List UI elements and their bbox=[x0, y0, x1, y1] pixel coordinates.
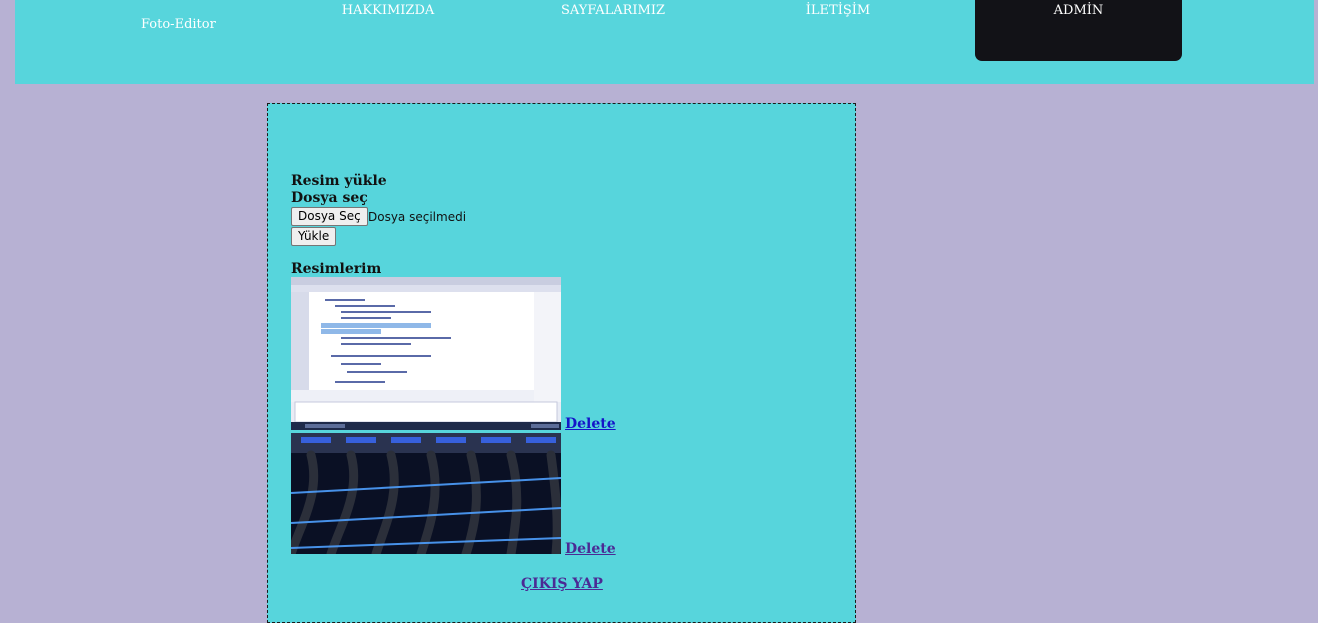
nav-link-sayfalarimiz[interactable]: SAYFALARIMIZ bbox=[538, 3, 688, 18]
gallery-title: Resimlerim bbox=[291, 261, 382, 277]
delete-image-2-link[interactable]: Delete bbox=[565, 541, 616, 557]
file-label: Dosya seç bbox=[291, 190, 368, 206]
top-navigation-bar: Foto-Editor HAKKIMIZDA SAYFALARIMIZ İLET… bbox=[15, 0, 1314, 84]
upload-button[interactable]: Yükle bbox=[291, 227, 337, 246]
nav-admin-label: ADMİN bbox=[1053, 3, 1104, 18]
nav-link-admin[interactable]: ADMİN bbox=[975, 0, 1182, 61]
admin-panel: Resim yükle Dosya seç Dosya Seç Dosya se… bbox=[267, 103, 856, 623]
delete-image-1-link[interactable]: Delete bbox=[565, 416, 616, 432]
nav-link-hakkimizda[interactable]: HAKKIMIZDA bbox=[313, 3, 463, 18]
brand-logo[interactable]: Foto-Editor bbox=[141, 17, 216, 32]
upload-title: Resim yükle bbox=[291, 173, 387, 189]
network-cables-photo-icon bbox=[291, 433, 561, 554]
choose-file-button[interactable]: Dosya Seç bbox=[291, 207, 368, 226]
code-editor-screenshot-icon bbox=[291, 277, 561, 430]
nav-link-iletisim[interactable]: İLETİŞİM bbox=[763, 3, 913, 18]
file-status-text: Dosya seçilmedi bbox=[368, 210, 467, 224]
logout-link[interactable]: ÇIKIŞ YAP bbox=[521, 576, 603, 592]
